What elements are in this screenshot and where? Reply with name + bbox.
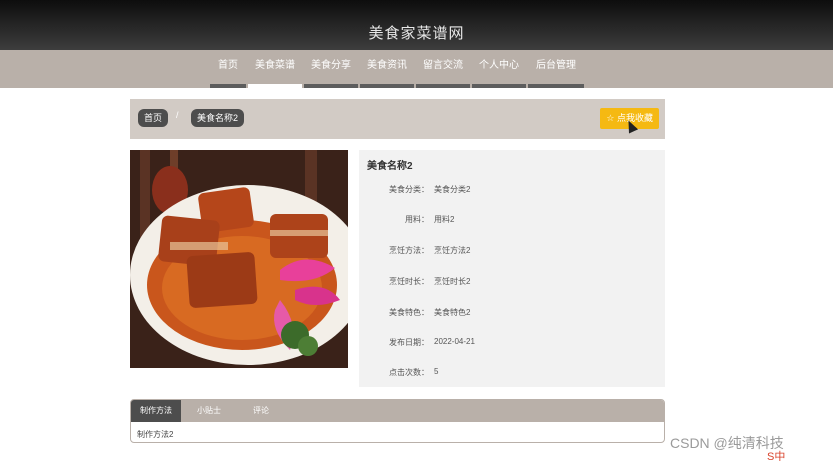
breadcrumb-separator: / xyxy=(176,110,179,120)
tab-strip: 制作方法 小贴士 评论 xyxy=(131,400,664,422)
nav-underline xyxy=(472,84,526,88)
detail-value: 烹饪时长2 xyxy=(434,277,471,286)
detail-row-ingredients: 用料： 用料2 xyxy=(359,214,665,230)
detail-row-date: 发布日期： 2022-04-21 xyxy=(359,337,665,353)
nav-item-label: 留言交流 xyxy=(423,60,463,71)
site-title: 美食家菜谱网 xyxy=(368,25,465,42)
nav-item-profile[interactable]: 个人中心 xyxy=(472,50,526,88)
breadcrumb-current[interactable]: 美食名称2 xyxy=(191,109,245,127)
tab-comments[interactable]: 评论 xyxy=(239,400,283,422)
detail-value: 美食分类2 xyxy=(434,185,471,194)
detail-value: 2022-04-21 xyxy=(434,337,475,346)
detail-row-category: 美食分类： 美食分类2 xyxy=(359,184,665,200)
breadcrumb: 首页 / 美食名称2 ☆ 点我收藏 xyxy=(130,99,665,139)
nav-underline-active xyxy=(248,84,302,88)
detail-key: 发布日期： xyxy=(389,338,429,347)
detail-key: 美食分类： xyxy=(389,185,429,194)
recipe-detail-panel: 美食名称2 美食分类： 美食分类2 用料： 用料2 烹饪方法： 烹饪方法2 烹饪… xyxy=(359,150,665,387)
nav-item-label: 后台管理 xyxy=(536,60,576,71)
detail-value: 用料2 xyxy=(434,215,455,224)
detail-value: 烹饪方法2 xyxy=(434,246,471,255)
nav-item-recipes[interactable]: 美食菜谱 xyxy=(248,50,302,88)
detail-value: 美食特色2 xyxy=(434,308,471,317)
nav-item-label: 美食分享 xyxy=(311,60,351,71)
detail-row-duration: 烹饪时长： 烹饪时长2 xyxy=(359,276,665,292)
nav-item-label: 个人中心 xyxy=(479,60,519,71)
main-nav: 首页 美食菜谱 美食分享 美食资讯 留言交流 个人中心 后台管理 xyxy=(0,50,833,88)
detail-row-clicks: 点击次数： 5 xyxy=(359,367,665,383)
nav-item-admin[interactable]: 后台管理 xyxy=(528,50,584,88)
tab-content: 制作方法2 xyxy=(137,430,174,439)
recipe-tabs: 制作方法 小贴士 评论 制作方法2 xyxy=(130,399,665,443)
nav-item-label: 首页 xyxy=(218,60,238,71)
detail-key: 点击次数： xyxy=(389,368,429,377)
detail-key: 烹饪方法： xyxy=(389,246,429,255)
recipe-photo xyxy=(130,150,348,368)
detail-row-feature: 美食特色： 美食特色2 xyxy=(359,307,665,323)
detail-key: 用料： xyxy=(405,215,429,224)
detail-value: 5 xyxy=(434,367,439,376)
nav-underline xyxy=(360,84,414,88)
tab-method[interactable]: 制作方法 xyxy=(131,400,181,422)
detail-key: 美食特色： xyxy=(389,308,429,317)
nav-item-label: 美食菜谱 xyxy=(255,60,295,71)
nav-item-news[interactable]: 美食资讯 xyxy=(360,50,414,88)
breadcrumb-home[interactable]: 首页 xyxy=(138,109,169,127)
braised-pork-image xyxy=(130,150,348,368)
nav-item-label: 美食资讯 xyxy=(367,60,407,71)
nav-item-messages[interactable]: 留言交流 xyxy=(416,50,470,88)
nav-item-share[interactable]: 美食分享 xyxy=(304,50,358,88)
ime-logo-icon: S中 xyxy=(767,451,786,461)
nav-item-home[interactable]: 首页 xyxy=(210,50,246,88)
site-header: 美食家菜谱网 xyxy=(0,0,833,50)
recipe-title: 美食名称2 xyxy=(367,161,413,172)
nav-underline xyxy=(528,84,584,88)
nav-underline xyxy=(304,84,358,88)
nav-underline xyxy=(210,84,246,88)
tab-tips[interactable]: 小贴士 xyxy=(187,400,231,422)
detail-key: 烹饪时长： xyxy=(389,277,429,286)
nav-underline xyxy=(416,84,470,88)
detail-row-method: 烹饪方法： 烹饪方法2 xyxy=(359,245,665,261)
